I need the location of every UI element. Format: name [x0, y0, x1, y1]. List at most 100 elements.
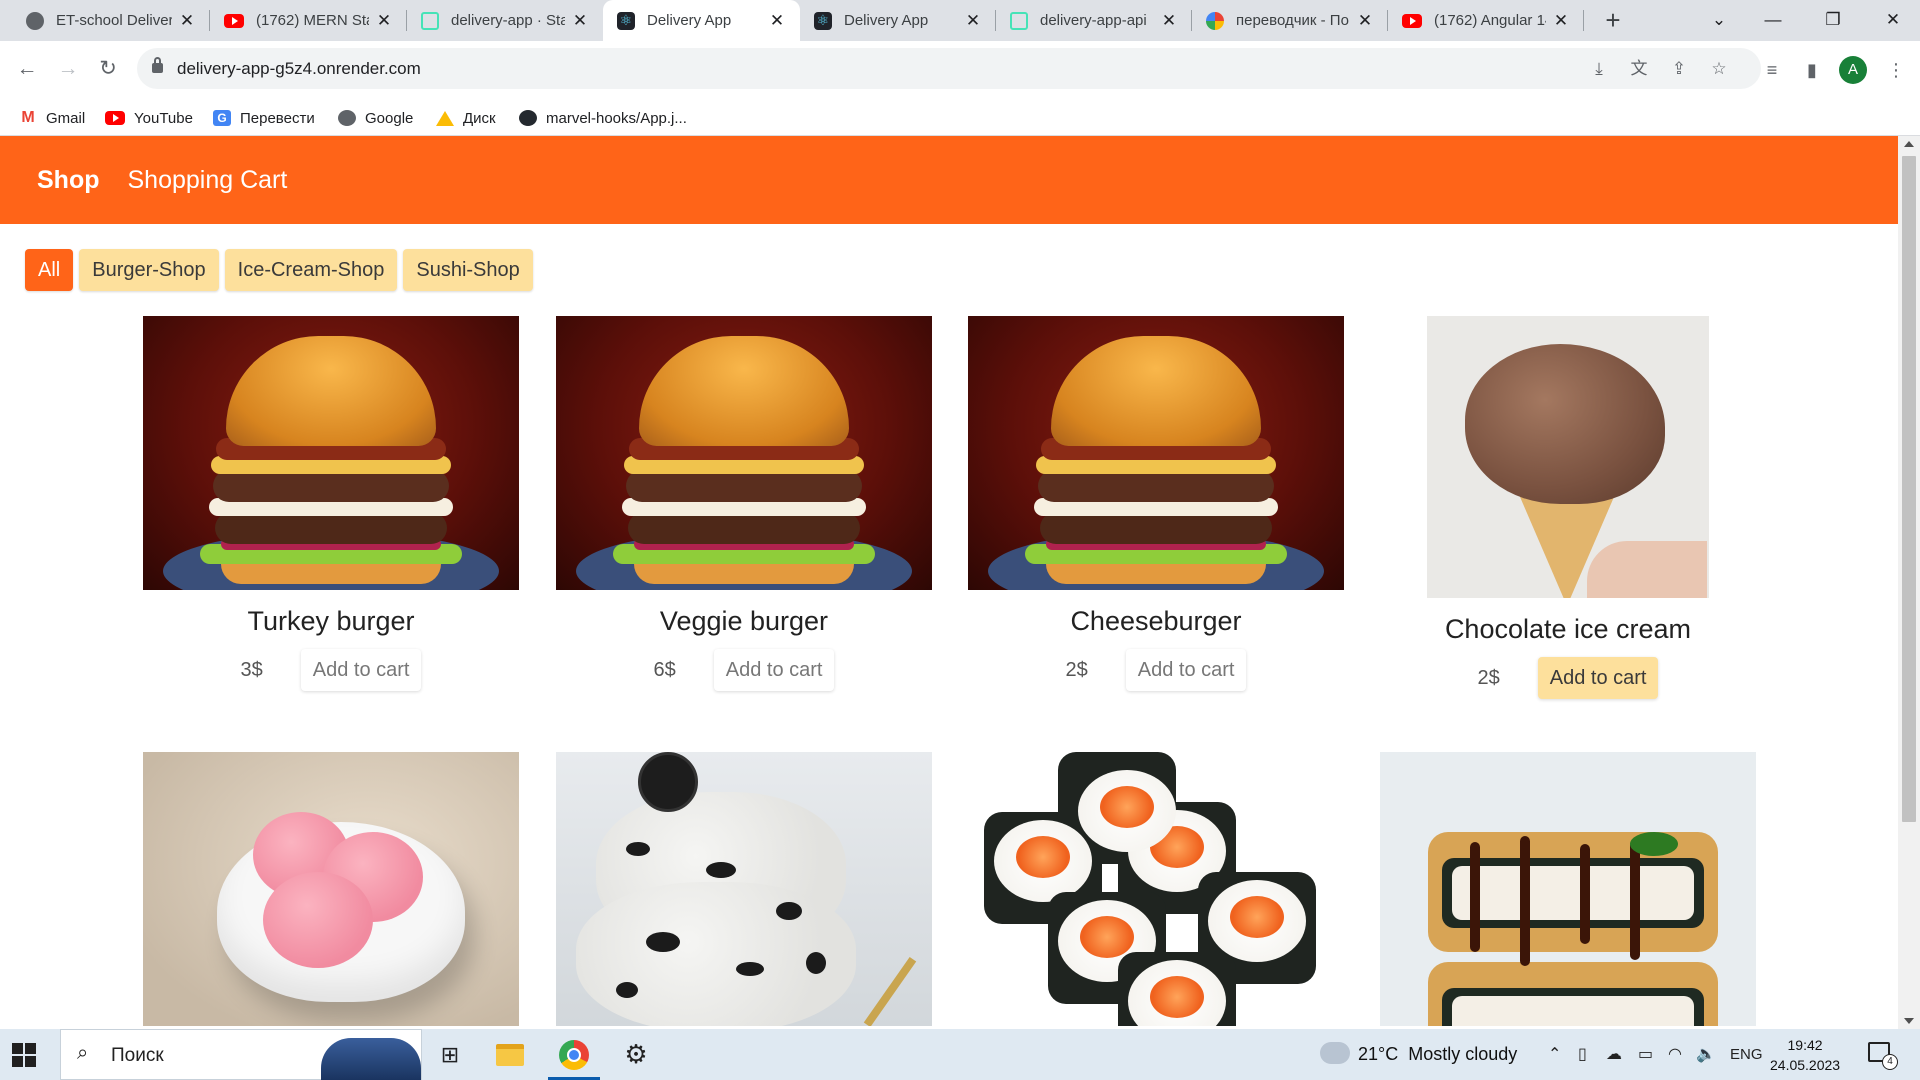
github-icon	[519, 110, 537, 126]
chrome-icon[interactable]	[544, 1029, 604, 1080]
browser-tab[interactable]: переводчик - По ✕	[1192, 0, 1388, 41]
taskbar-search[interactable]: ⌕ Поиск	[60, 1029, 422, 1080]
lock-icon[interactable]	[152, 57, 163, 73]
browser-tab[interactable]: ⚛ Delivery App ✕	[800, 0, 996, 41]
close-icon[interactable]: ✕	[768, 11, 786, 31]
bookmark-youtube[interactable]: YouTube	[105, 107, 193, 129]
product-image-strawberry-ice-cream	[143, 752, 519, 1026]
add-to-cart-button[interactable]: Add to cart	[1537, 657, 1659, 699]
clock-time: 19:42	[1787, 1037, 1823, 1053]
window-close-button[interactable]: ✕	[1870, 0, 1916, 41]
site-header: Shop Shopping Cart	[0, 136, 1898, 224]
filter-all-button[interactable]: All	[25, 249, 74, 291]
close-icon[interactable]: ✕	[375, 11, 393, 31]
add-to-cart-button[interactable]: Add to cart	[713, 649, 835, 691]
language-indicator[interactable]: ENG	[1730, 1046, 1763, 1063]
close-icon[interactable]: ✕	[178, 11, 196, 31]
reload-icon[interactable]: ↻	[92, 53, 124, 85]
nav-shop-link[interactable]: Shop	[37, 166, 100, 195]
browser-tab[interactable]: delivery-app · Sta ✕	[407, 0, 603, 41]
filter-ice-cream-shop-button[interactable]: Ice-Cream-Shop	[224, 249, 398, 291]
drive-icon	[436, 110, 454, 126]
add-to-cart-button[interactable]: Add to cart	[1125, 649, 1247, 691]
tab-title: переводчик - По	[1236, 12, 1349, 29]
cloud-icon[interactable]: ☁	[1606, 1044, 1622, 1064]
back-icon[interactable]: ←	[11, 53, 43, 85]
wifi-icon[interactable]: ◠	[1668, 1044, 1682, 1064]
url-text[interactable]: delivery-app-g5z4.onrender.com	[177, 59, 421, 79]
weather-text[interactable]: 21°C Mostly cloudy	[1358, 1044, 1517, 1065]
close-icon[interactable]: ✕	[1552, 11, 1570, 31]
scrollbar-thumb[interactable]	[1902, 156, 1916, 822]
youtube-icon	[224, 13, 244, 28]
scroll-up-icon[interactable]	[1904, 141, 1914, 147]
file-explorer-icon[interactable]	[480, 1029, 540, 1080]
browser-tab-active[interactable]: ⚛ Delivery App ✕	[603, 0, 800, 41]
filter-sushi-shop-button[interactable]: Sushi-Shop	[403, 249, 533, 291]
share-icon[interactable]: ⇪	[1667, 57, 1691, 81]
chevron-up-icon[interactable]: ⌃	[1548, 1044, 1561, 1064]
address-bar[interactable]: delivery-app-g5z4.onrender.com ⤓ 文 ⇪ ☆	[137, 48, 1761, 89]
battery-icon[interactable]: ▭	[1638, 1044, 1653, 1064]
minimize-button[interactable]: —	[1750, 0, 1796, 41]
bookmark-label: Перевести	[240, 109, 315, 127]
side-panel-icon[interactable]: ▮	[1798, 56, 1826, 84]
page-scrollbar[interactable]	[1898, 136, 1920, 1029]
product-image-sushi-rolls	[968, 752, 1344, 1026]
install-icon[interactable]: ⤓	[1587, 57, 1611, 81]
browser-tab[interactable]: (1762) Angular 14 ✕	[1388, 0, 1584, 41]
google-icon	[1206, 11, 1224, 30]
render-icon	[421, 11, 439, 30]
product-card	[1380, 752, 1756, 1026]
tab-search-icon[interactable]: ⌄	[1696, 0, 1742, 41]
close-icon[interactable]: ✕	[571, 11, 589, 31]
bookmark-label: marvel-hooks/App.j...	[546, 109, 687, 127]
product-image-cookies-ice-cream	[556, 752, 932, 1026]
nav-cart-link[interactable]: Shopping Cart	[128, 166, 288, 195]
new-tab-button[interactable]: +	[1598, 6, 1628, 36]
browser-tab[interactable]: delivery-app-api ✕	[996, 0, 1192, 41]
filter-burger-shop-button[interactable]: Burger-Shop	[79, 249, 219, 291]
tab-strip: ET-school Deliver ✕ (1762) MERN Stac ✕ d…	[0, 0, 1920, 41]
bookmark-google[interactable]: Google	[338, 107, 413, 129]
bookmark-star-icon[interactable]: ☆	[1707, 57, 1731, 81]
search-icon: ⌕	[77, 1042, 89, 1064]
shop-filters: All Burger-Shop Ice-Cream-Shop Sushi-Sho…	[25, 249, 539, 291]
translate-icon[interactable]: 文	[1627, 57, 1651, 81]
browser-tab[interactable]: ET-school Deliver ✕	[12, 0, 210, 41]
bookmark-github[interactable]: marvel-hooks/App.j...	[519, 107, 687, 129]
close-icon[interactable]: ✕	[964, 11, 982, 31]
product-card	[968, 752, 1344, 1026]
tab-title: (1762) MERN Stac	[256, 12, 369, 29]
weather-icon[interactable]	[1320, 1036, 1350, 1064]
tab-title: Delivery App	[647, 12, 732, 29]
task-view-icon[interactable]: ⊞	[420, 1029, 480, 1080]
windows-start-icon[interactable]	[12, 1043, 36, 1067]
forward-icon[interactable]: →	[52, 53, 84, 85]
close-icon[interactable]: ✕	[1160, 11, 1178, 31]
react-icon: ⚛	[617, 11, 635, 30]
device-icon[interactable]: ▯	[1578, 1044, 1587, 1064]
bookmark-translate[interactable]: G Перевести	[213, 107, 315, 129]
translate-icon: G	[213, 110, 231, 126]
menu-icon[interactable]: ⋮	[1882, 56, 1910, 84]
clock-date: 24.05.2023	[1770, 1057, 1841, 1073]
scroll-down-icon[interactable]	[1904, 1018, 1914, 1024]
volume-icon[interactable]: 🔈	[1696, 1044, 1716, 1064]
browser-tab[interactable]: (1762) MERN Stac ✕	[210, 0, 407, 41]
taskbar-clock[interactable]: 19:42 24.05.2023	[1770, 1035, 1840, 1075]
bookmark-drive[interactable]: Диск	[436, 107, 496, 129]
profile-avatar[interactable]: A	[1839, 56, 1867, 84]
add-to-cart-button[interactable]: Add to cart	[300, 649, 422, 691]
globe-icon	[338, 110, 356, 126]
maximize-button[interactable]: ❐	[1810, 0, 1856, 41]
bookmark-label: Диск	[463, 109, 496, 127]
close-icon[interactable]: ✕	[1356, 11, 1374, 31]
bookmark-gmail[interactable]: M Gmail	[19, 107, 85, 129]
taskbar: ⌕ Поиск ⊞ ⚙ 21°C Mostly cloudy ⌃ ▯ ☁ ▭ ◠…	[0, 1029, 1920, 1080]
product-card: Chocolate ice cream 2$ Add to cart	[1380, 316, 1756, 699]
product-price: 2$	[1477, 666, 1500, 689]
reading-list-icon[interactable]: ≡	[1758, 56, 1786, 84]
notification-icon[interactable]: 4	[1868, 1042, 1898, 1070]
settings-gear-icon[interactable]: ⚙	[606, 1029, 666, 1080]
